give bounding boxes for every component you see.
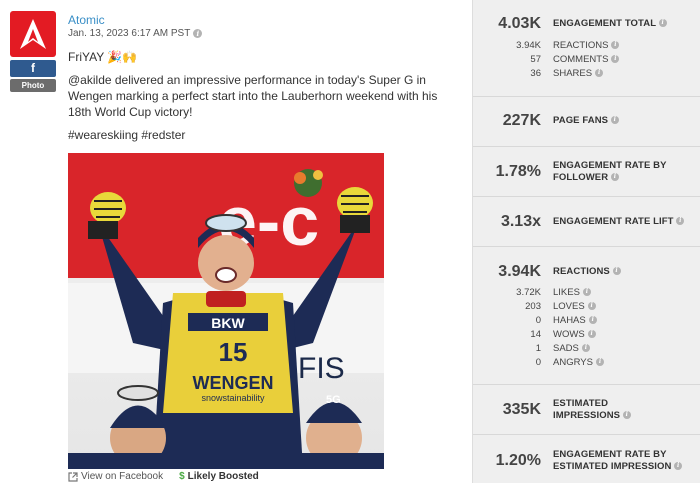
- skier-celebration-image: e-c FIS BKW 15 WENGEN snowstainability 5…: [68, 153, 384, 469]
- likes-row: 3.72K LIKES i: [473, 285, 700, 299]
- wows-row: 14 WOWS i: [473, 327, 700, 341]
- hahas-count: 0: [535, 314, 541, 326]
- er-impression-row: 1.20% ENGAGEMENT RATE BY ESTIMATED IMPRES…: [473, 447, 700, 475]
- shares-label: SHARES i: [553, 68, 604, 79]
- info-icon[interactable]: i: [610, 116, 619, 125]
- page-fans-row: 227K PAGE FANS i: [473, 111, 700, 131]
- post-hashtags: #weareskiing #redster: [68, 128, 186, 142]
- engagement-shares-row: 36 SHARES i: [473, 66, 700, 80]
- info-icon[interactable]: i: [587, 330, 596, 338]
- info-icon[interactable]: i: [612, 267, 621, 276]
- info-icon[interactable]: i: [610, 173, 619, 182]
- reactions-total-row: 3.94K REACTIONS i: [473, 262, 700, 282]
- page-fans-label: PAGE FANS i: [553, 115, 619, 127]
- info-icon[interactable]: i: [611, 41, 620, 49]
- post-card: f Photo Atomic Jan. 13, 2023 6:17 AM PST…: [0, 0, 470, 483]
- photo-bib-tagline: snowstainability: [201, 393, 265, 403]
- engagement-total-label: ENGAGEMENT TOTAL i: [553, 18, 667, 30]
- likes-count: 3.72K: [516, 286, 541, 298]
- er-impression-label: ENGAGEMENT RATE BY ESTIMATED IMPRESSION i: [553, 449, 683, 473]
- page-fans-value: 227K: [502, 112, 541, 129]
- engagement-comments-row: 57 COMMENTS i: [473, 52, 700, 66]
- reactions-total-value: 3.94K: [498, 263, 541, 280]
- sads-count: 1: [535, 342, 541, 354]
- likely-boosted-label: Likely Boosted: [187, 471, 259, 482]
- sads-label: SADS i: [553, 343, 590, 354]
- info-icon[interactable]: i: [193, 29, 203, 38]
- reactions-total-label: REACTIONS i: [553, 266, 621, 278]
- hahas-label: HAHAS i: [553, 315, 597, 326]
- info-icon[interactable]: i: [588, 316, 597, 324]
- dollar-icon: $: [179, 471, 185, 482]
- facebook-network-badge: f: [10, 60, 56, 77]
- comments-count: 57: [530, 53, 541, 65]
- engagement-reactions-row: 3.94K REACTIONS i: [473, 38, 700, 52]
- reactions-label: REACTIONS i: [553, 40, 620, 51]
- info-icon[interactable]: i: [611, 55, 620, 63]
- photo-backdrop-text: FIS: [298, 352, 345, 385]
- wows-count: 14: [530, 328, 541, 340]
- post-date-text: Jan. 13, 2023 6:17 AM PST: [68, 28, 191, 39]
- info-icon[interactable]: i: [674, 462, 683, 471]
- post-footer: View on Facebook $ Likely Boosted: [68, 471, 259, 482]
- est-impressions-row: 335K ESTIMATED IMPRESSIONS i: [473, 396, 700, 424]
- angrys-row: 0 ANGRYS i: [473, 355, 700, 369]
- metrics-panel: 4.03K ENGAGEMENT TOTAL i 3.94K REACTIONS…: [472, 0, 700, 483]
- post-first-line: FriYAY 🎉🙌: [68, 50, 138, 64]
- info-icon[interactable]: i: [676, 217, 685, 226]
- view-on-facebook-label: View on Facebook: [81, 471, 164, 482]
- info-icon[interactable]: i: [587, 302, 596, 310]
- post-author[interactable]: Atomic: [68, 13, 105, 27]
- photo-bib-sponsor: BKW: [211, 315, 245, 331]
- loves-row: 203 LOVES i: [473, 299, 700, 313]
- atomic-logo-icon: [20, 19, 46, 49]
- angrys-label: ANGRYS i: [553, 357, 604, 368]
- er-lift-label: ENGAGEMENT RATE LIFT i: [553, 216, 685, 228]
- est-impressions-value: 335K: [502, 401, 541, 418]
- er-lift-value: 3.13x: [500, 213, 541, 230]
- post-date: Jan. 13, 2023 6:17 AM PST i: [68, 28, 203, 39]
- view-on-facebook-link[interactable]: View on Facebook: [68, 471, 163, 482]
- info-icon[interactable]: i: [582, 288, 591, 296]
- engagement-total-value: 4.03K: [498, 15, 541, 32]
- reactions-count: 3.94K: [516, 39, 541, 51]
- photo-cap-sponsor: 5G: [326, 394, 341, 406]
- brand-logo[interactable]: [10, 11, 56, 57]
- post-type-badge: Photo: [10, 79, 56, 92]
- info-icon[interactable]: i: [658, 19, 667, 28]
- comments-label: COMMENTS i: [553, 54, 620, 65]
- hahas-row: 0 HAHAS i: [473, 313, 700, 327]
- loves-count: 203: [525, 300, 541, 312]
- info-icon[interactable]: i: [622, 411, 631, 420]
- er-impression-value: 1.20%: [495, 452, 541, 469]
- post-photo[interactable]: e-c FIS BKW 15 WENGEN snowstainability 5…: [68, 153, 384, 469]
- info-icon[interactable]: i: [595, 69, 604, 77]
- sads-row: 1 SADS i: [473, 341, 700, 355]
- external-link-icon: [68, 471, 78, 482]
- est-impressions-label: ESTIMATED IMPRESSIONS i: [553, 398, 631, 422]
- info-icon[interactable]: i: [581, 344, 590, 352]
- loves-label: LOVES i: [553, 301, 596, 312]
- er-follower-row: 1.78% ENGAGEMENT RATE BY FOLLOWER i: [473, 158, 700, 186]
- er-follower-value: 1.78%: [495, 163, 541, 180]
- photo-bib-event: WENGEN: [193, 373, 274, 393]
- likely-boosted-indicator: $ Likely Boosted: [179, 471, 259, 482]
- wows-label: WOWS i: [553, 329, 596, 340]
- engagement-total-row: 4.03K ENGAGEMENT TOTAL i: [473, 14, 700, 34]
- er-lift-row: 3.13x ENGAGEMENT RATE LIFT i: [473, 212, 700, 232]
- info-icon[interactable]: i: [595, 358, 604, 366]
- shares-count: 36: [530, 67, 541, 79]
- likes-label: LIKES i: [553, 287, 591, 298]
- photo-bib-number: 15: [219, 337, 248, 367]
- post-body: @akilde delivered an impressive performa…: [68, 73, 438, 119]
- angrys-count: 0: [535, 356, 541, 368]
- er-follower-label: ENGAGEMENT RATE BY FOLLOWER i: [553, 160, 667, 183]
